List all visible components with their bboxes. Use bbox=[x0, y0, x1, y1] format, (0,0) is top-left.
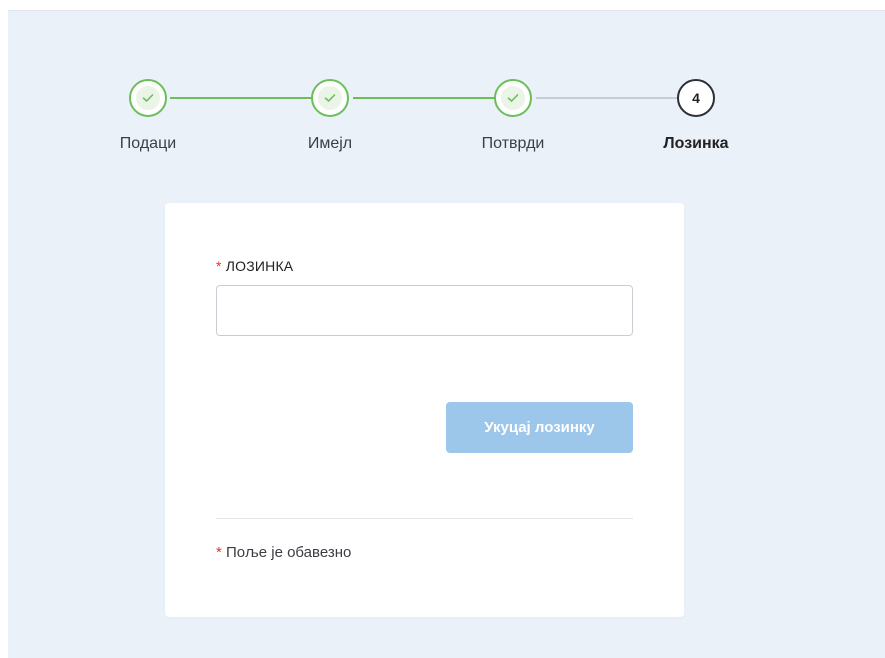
stepper-connector-3 bbox=[536, 97, 679, 99]
stepper-connector-1 bbox=[170, 97, 313, 99]
check-icon bbox=[324, 94, 336, 102]
step-1-circle bbox=[129, 79, 167, 117]
step-4-circle: 4 bbox=[677, 79, 715, 117]
step-4-label: Лозинка bbox=[663, 135, 729, 152]
submit-password-button[interactable]: Укуцај лозинку bbox=[446, 402, 633, 453]
password-label: * ЛОЗИНКА bbox=[216, 258, 293, 274]
step-3-label: Потврди bbox=[481, 135, 545, 152]
check-icon bbox=[142, 94, 154, 102]
step-1-label: Подаци bbox=[119, 135, 177, 152]
check-icon bbox=[507, 94, 519, 102]
progress-stepper: 4 Подаци Имејл Потврди Лозинка bbox=[8, 11, 885, 181]
form-divider bbox=[216, 518, 633, 519]
stepper-connector-2 bbox=[353, 97, 496, 99]
password-label-text: ЛОЗИНКА bbox=[225, 258, 294, 274]
required-note-text: Поље је обавезно bbox=[226, 544, 352, 561]
step-2-label: Имејл bbox=[307, 135, 353, 152]
step-2-circle bbox=[311, 79, 349, 117]
required-field-note: * Поље је обавезно bbox=[216, 544, 351, 561]
step-3-circle bbox=[494, 79, 532, 117]
page-background: 4 Подаци Имејл Потврди Лозинка * ЛОЗИНКА… bbox=[8, 10, 885, 658]
password-form-card: * ЛОЗИНКА Укуцај лозинку * Поље је обаве… bbox=[165, 203, 684, 617]
required-asterisk: * bbox=[216, 544, 222, 561]
required-asterisk: * bbox=[216, 258, 222, 274]
step-4-number: 4 bbox=[692, 90, 700, 106]
password-input[interactable] bbox=[216, 285, 633, 336]
